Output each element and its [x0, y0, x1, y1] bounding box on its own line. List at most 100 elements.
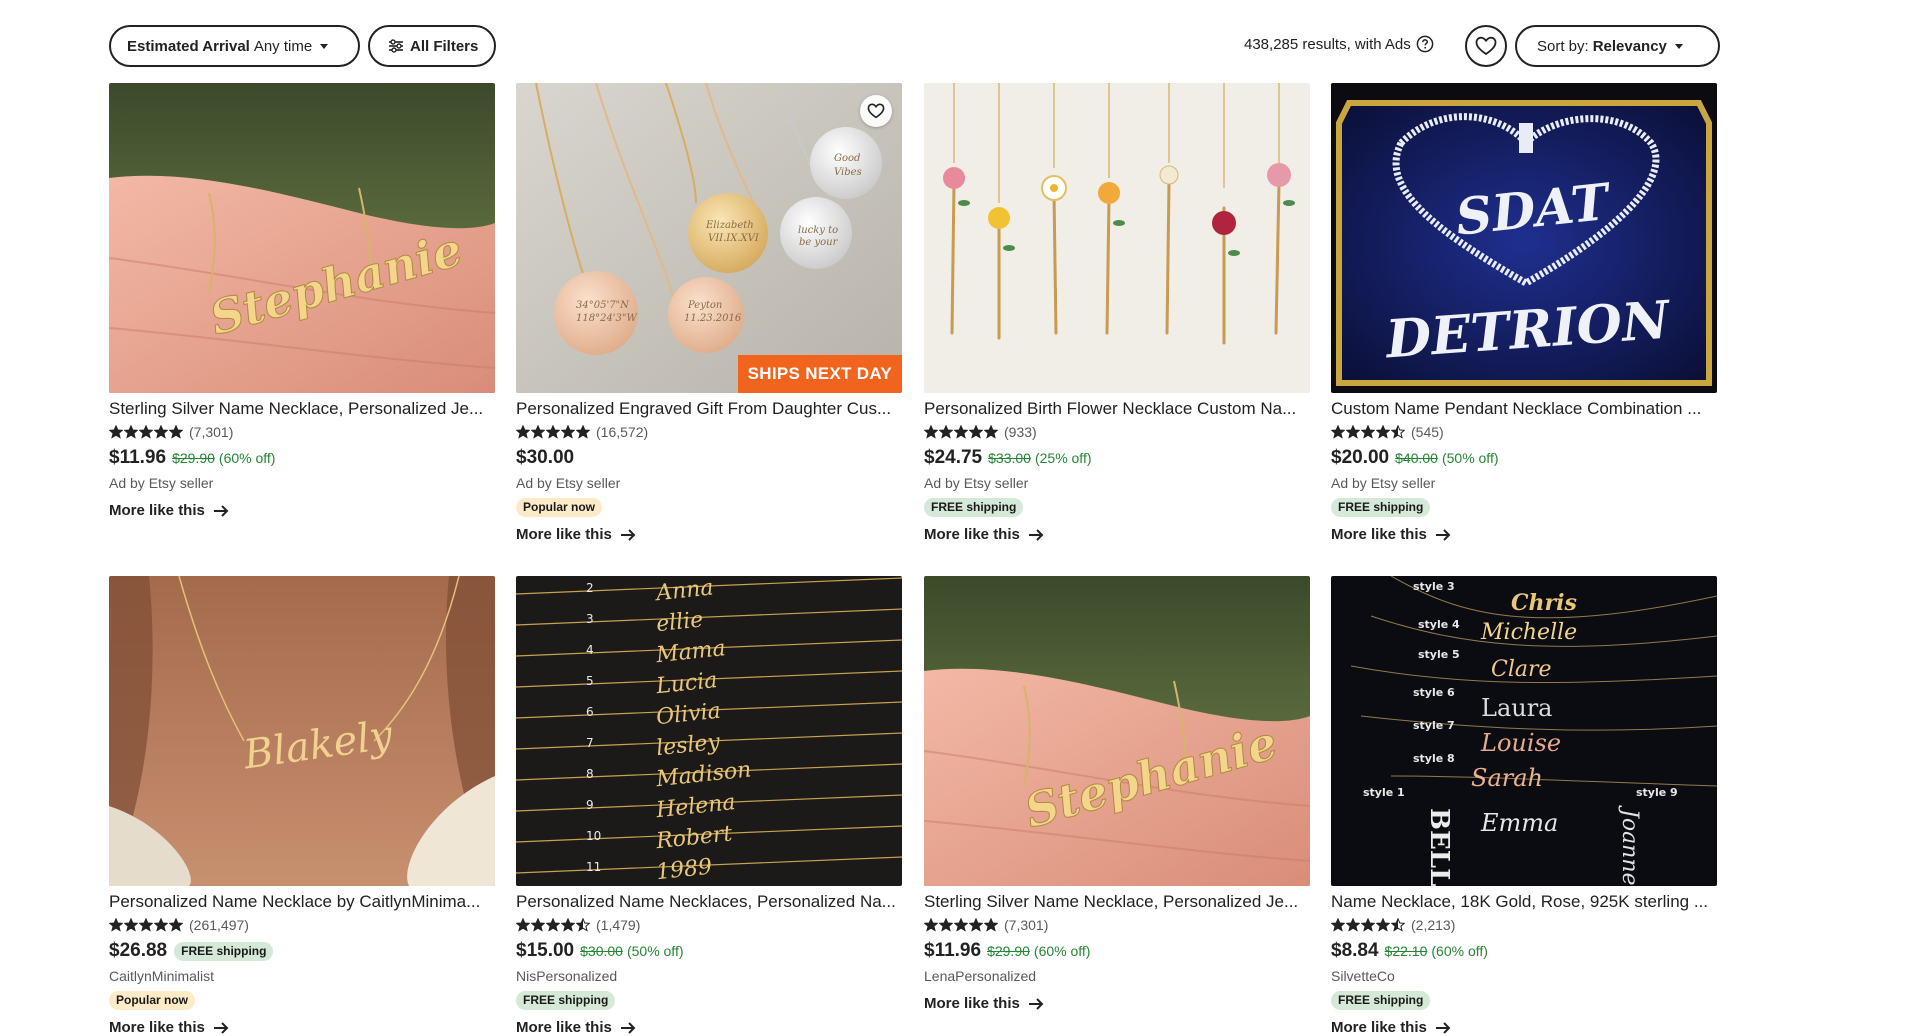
listing-card[interactable]: Stephanie Sterling Silver Name Necklace,…: [924, 576, 1310, 1012]
listing-title[interactable]: Personalized Name Necklace by CaitlynMin…: [109, 892, 495, 912]
free-shipping-badge: FREE shipping: [924, 498, 1024, 517]
name-sample: Louise: [1480, 729, 1561, 757]
star-rating: [516, 425, 591, 439]
discount-percent: (50% off): [1441, 450, 1499, 466]
arrow-right-icon: [213, 1021, 229, 1034]
more-like-this-link[interactable]: More like this: [1331, 1019, 1717, 1036]
original-price: $29.90: [172, 450, 215, 466]
discount-percent: (60% off): [1033, 943, 1091, 959]
list-number: 2: [586, 581, 594, 595]
help-icon[interactable]: [1416, 35, 1434, 53]
listing-card[interactable]: Personalized Birth Flower Necklace Custo…: [924, 83, 1310, 543]
badge-row: FREE shipping: [1331, 498, 1717, 517]
more-like-this-link[interactable]: More like this: [924, 526, 1310, 543]
name-sample: Laura: [1481, 694, 1552, 722]
star-filled-icon: [924, 425, 938, 439]
star-filled-icon: [516, 425, 530, 439]
star-filled-icon: [924, 918, 938, 932]
more-like-this-label: More like this: [109, 502, 205, 519]
original-price: $40.00: [1395, 450, 1438, 466]
more-like-this-label: More like this: [109, 1019, 205, 1036]
listing-title[interactable]: Personalized Birth Flower Necklace Custo…: [924, 399, 1310, 419]
estimated-arrival-filter-button[interactable]: Estimated Arrival Any time: [109, 25, 360, 67]
more-like-this-link[interactable]: More like this: [109, 1019, 495, 1036]
ships-next-day-banner: SHIPS NEXT DAY: [737, 355, 902, 393]
star-filled-icon: [531, 425, 545, 439]
listing-title[interactable]: Custom Name Pendant Necklace Combination…: [1331, 399, 1717, 419]
arrival-value: Any time: [253, 37, 313, 55]
star-rating: [516, 918, 591, 932]
star-filled-icon: [561, 425, 575, 439]
name-sample: Sarah: [1471, 764, 1543, 792]
listing-image[interactable]: Stephanie: [109, 83, 495, 393]
badge-row: FREE shipping: [516, 991, 902, 1010]
review-count: (16,572): [596, 424, 649, 440]
save-search-heart-button[interactable]: [1465, 25, 1507, 67]
listing-title[interactable]: Sterling Silver Name Necklace, Personali…: [109, 399, 495, 419]
listing-title[interactable]: Personalized Engraved Gift From Daughter…: [516, 399, 902, 419]
more-like-this-link[interactable]: More like this: [1331, 526, 1717, 543]
style-label: style 8: [1413, 752, 1455, 765]
badge-row: FREE shipping: [924, 498, 1310, 517]
style-label: style 9: [1636, 786, 1678, 799]
list-number: 7: [586, 736, 594, 750]
listing-card[interactable]: style 3 style 4 style 5 style 6 style 7 …: [1331, 576, 1717, 1036]
listing-card[interactable]: Stephanie Sterling Silver Name Necklace,…: [109, 83, 495, 519]
listing-title[interactable]: Name Necklace, 18K Gold, Rose, 925K ster…: [1331, 892, 1717, 912]
listing-rating: (545): [1331, 423, 1717, 441]
star-filled-icon: [1331, 918, 1345, 932]
svg-text:lucky to: lucky to: [798, 225, 838, 236]
listing-card[interactable]: SDAT DETRION Custom Name Pendant Necklac…: [1331, 83, 1717, 543]
more-like-this-label: More like this: [1331, 526, 1427, 543]
list-number: 6: [586, 705, 594, 719]
star-rating: [924, 918, 999, 932]
style-label: style 3: [1413, 580, 1455, 593]
price-row: $15.00 $30.00 (50% off): [516, 939, 902, 963]
seller-name[interactable]: SilvetteCo: [1331, 968, 1717, 986]
original-price: $33.00: [988, 450, 1031, 466]
price-row: $8.84 $22.10 (60% off): [1331, 939, 1717, 963]
more-like-this-link[interactable]: More like this: [516, 526, 902, 543]
more-like-this-label: More like this: [924, 995, 1020, 1012]
star-filled-icon: [984, 425, 998, 439]
list-number: 9: [586, 798, 594, 812]
star-filled-icon: [954, 918, 968, 932]
listing-price: $20.00: [1331, 447, 1390, 468]
badge-row: Popular now: [516, 498, 902, 517]
listing-image[interactable]: [924, 83, 1310, 393]
svg-text:11.23.2016: 11.23.2016: [684, 313, 742, 324]
listing-image[interactable]: 34°05'7"N 118°24'3"W Peyton 11.23.2016 Eli…: [516, 83, 902, 393]
favorite-button[interactable]: [860, 95, 892, 127]
seller-name[interactable]: NisPersonalized: [516, 968, 902, 986]
listing-rating: (7,301): [109, 423, 495, 441]
heart-icon: [1475, 36, 1497, 56]
more-like-this-link[interactable]: More like this: [924, 995, 1310, 1012]
more-like-this-link[interactable]: More like this: [516, 1019, 902, 1036]
listing-image[interactable]: style 3 style 4 style 5 style 6 style 7 …: [1331, 576, 1717, 886]
star-rating: [109, 918, 184, 932]
listing-price: $30.00: [516, 447, 575, 468]
listing-card[interactable]: 34°05'7"N 118°24'3"W Peyton 11.23.2016 Eli…: [516, 83, 902, 543]
name-sample: Chris: [1511, 590, 1577, 616]
listing-title[interactable]: Sterling Silver Name Necklace, Personali…: [924, 892, 1310, 912]
listing-image[interactable]: Blakely: [109, 576, 495, 886]
arrow-right-icon: [1028, 997, 1044, 1010]
seller-name[interactable]: LenaPersonalized: [924, 968, 1310, 986]
svg-text:118°24'3"W: 118°24'3"W: [576, 313, 638, 324]
listing-card[interactable]: Blakely Personalized Name Necklace by Ca…: [109, 576, 495, 1036]
all-filters-button[interactable]: All Filters: [368, 25, 496, 67]
seller-name[interactable]: CaitlynMinimalist: [109, 968, 495, 986]
free-shipping-badge: FREE shipping: [174, 941, 274, 961]
listing-card[interactable]: 2 Anna 3 ellie 4 Mama 5 Lucia 6 Olivia 7 lesley 8 Mad…: [516, 576, 902, 1036]
sort-by-dropdown[interactable]: Sort by: Relevancy: [1515, 25, 1720, 67]
sort-label: Sort by:: [1537, 37, 1589, 55]
listing-image[interactable]: SDAT DETRION: [1331, 83, 1717, 393]
heart-icon: [867, 103, 885, 119]
listing-image[interactable]: 2 Anna 3 ellie 4 Mama 5 Lucia 6 Olivia 7 lesley 8 Mad…: [516, 576, 902, 886]
star-filled-icon: [169, 918, 183, 932]
more-like-this-link[interactable]: More like this: [109, 502, 495, 519]
free-shipping-badge: FREE shipping: [1331, 498, 1431, 517]
listing-image[interactable]: Stephanie: [924, 576, 1310, 886]
listing-title[interactable]: Personalized Name Necklaces, Personalize…: [516, 892, 902, 912]
price-row: $11.96 $29.90 (60% off): [924, 939, 1310, 963]
